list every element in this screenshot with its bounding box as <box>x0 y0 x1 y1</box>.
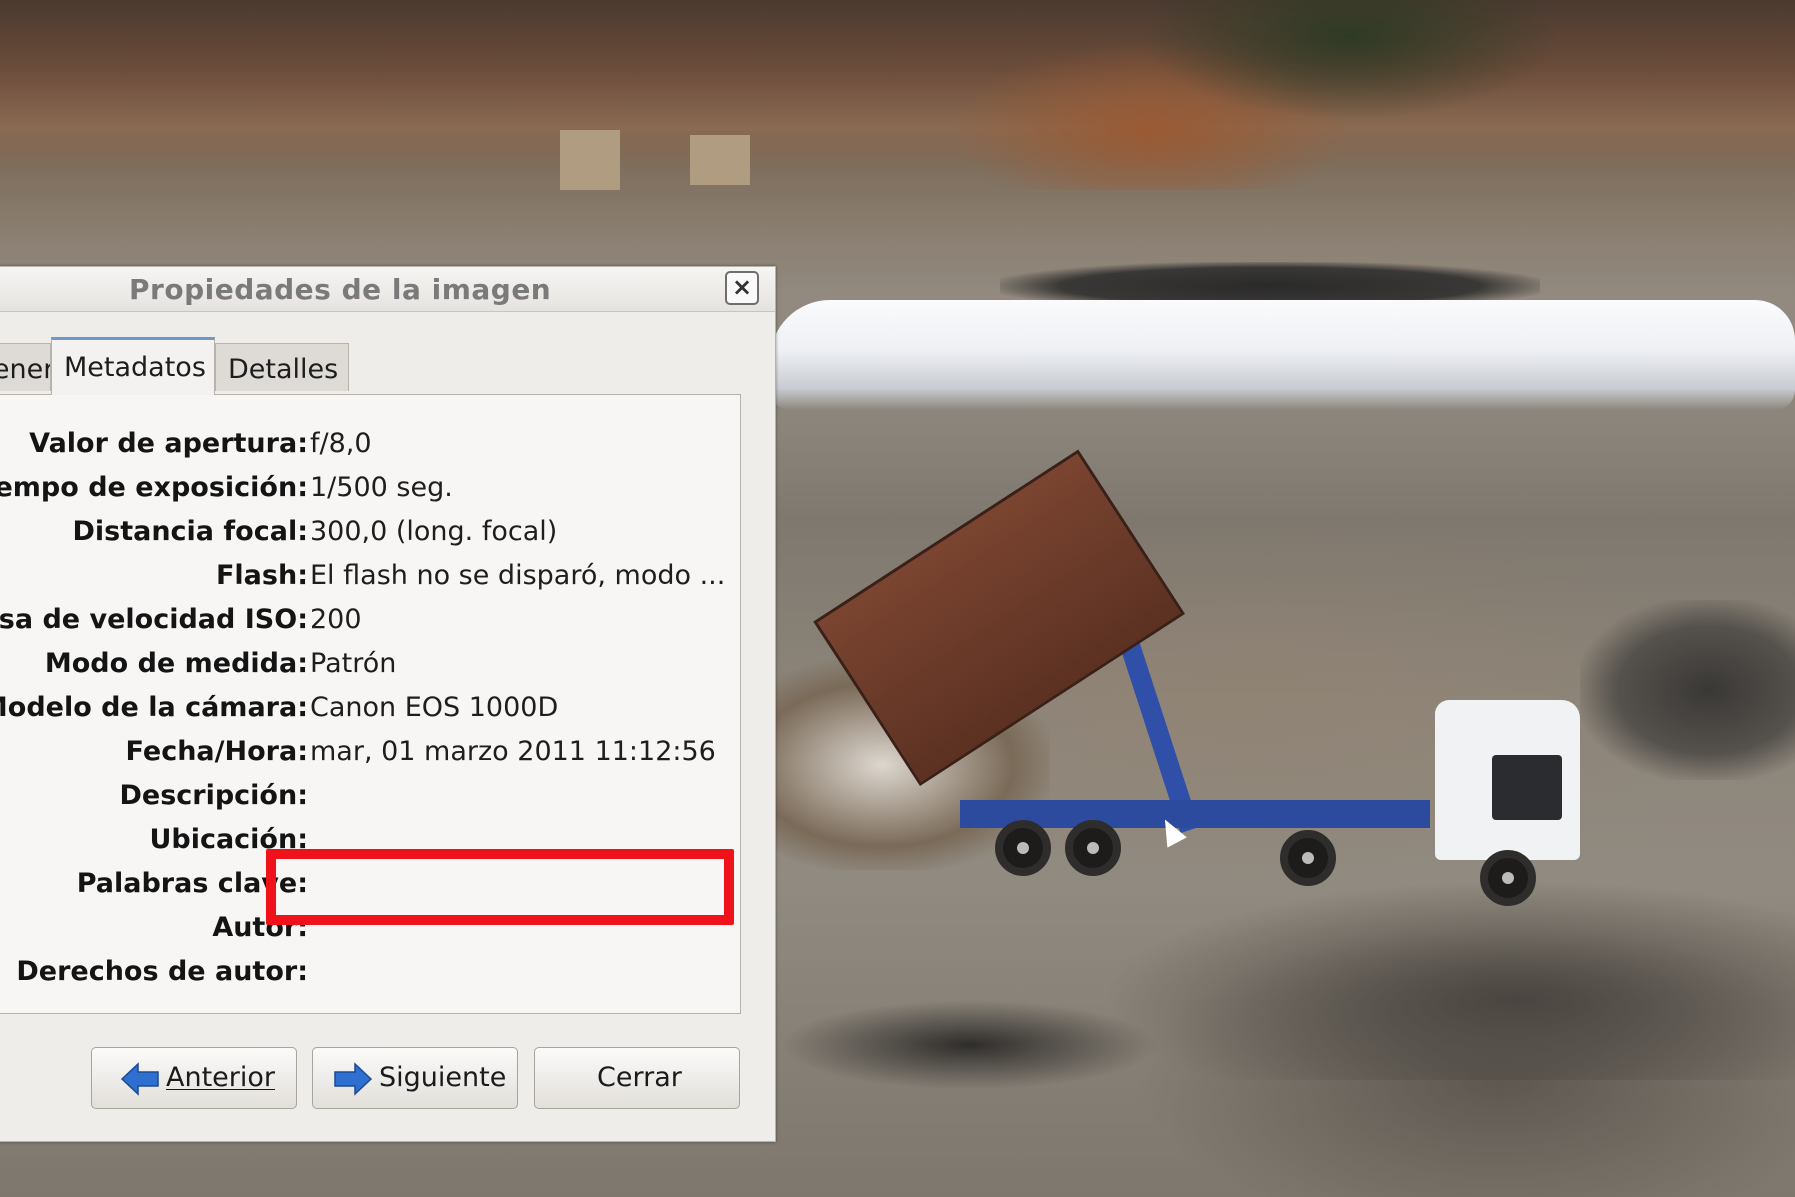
metadata-label: Distancia focal: <box>72 516 308 547</box>
tab-detalles[interactable]: Detalles <box>215 343 349 391</box>
truck-window <box>1492 755 1562 820</box>
white-mound <box>770 300 1795 410</box>
wheel <box>1280 830 1336 886</box>
tab-label: Metadatos <box>64 352 206 383</box>
dialog-title: Propiedades de la imagen <box>129 273 552 306</box>
wheel <box>995 820 1051 876</box>
metadata-label: Flash: <box>215 560 308 591</box>
metadata-value: 300,0 (long. focal) <box>310 516 558 547</box>
metadata-label: Fecha/Hora: <box>125 736 308 767</box>
date-highlight-box <box>266 849 734 925</box>
metadata-label: Derechos de autor: <box>16 956 308 987</box>
metadata-label: Descripción: <box>119 780 308 811</box>
metadata-value: f/8,0 <box>310 428 372 459</box>
wheel <box>1065 820 1121 876</box>
ruined-building <box>690 135 750 185</box>
metadata-label: Autor: <box>212 912 308 943</box>
tab-metadatos[interactable]: Metadatos <box>51 337 215 395</box>
metadata-value: Patrón <box>310 648 397 679</box>
tab-general[interactable]: General <box>0 343 51 391</box>
close-button[interactable]: Cerrar <box>534 1047 740 1109</box>
metadata-label: Valor de apertura: <box>29 428 308 459</box>
close-icon[interactable]: × <box>725 271 759 305</box>
arrow-right-icon <box>334 1062 373 1096</box>
dialog-titlebar[interactable]: Propiedades de la imagen × <box>0 267 775 312</box>
dump-truck <box>813 449 1600 920</box>
metadata-value: Canon EOS 1000D <box>310 692 559 723</box>
metadata-label: Tiempo de exposición: <box>0 472 308 503</box>
wheel <box>1480 850 1536 906</box>
next-button[interactable]: Siguiente <box>312 1047 518 1109</box>
close-button-label: Cerrar <box>597 1062 682 1093</box>
metadata-label: Tasa de velocidad ISO: <box>0 604 308 635</box>
tire-pile <box>1580 600 1795 780</box>
tab-label: Detalles <box>228 354 339 385</box>
metadata-value: El flash no se disparó, modo ... <box>310 560 726 591</box>
metadata-value: 200 <box>310 604 362 635</box>
metadata-label: Modelo de la cámara: <box>0 692 308 723</box>
arrow-left-icon <box>120 1062 159 1096</box>
previous-button[interactable]: Anterior <box>91 1047 297 1109</box>
metadata-label: Ubicación: <box>149 824 308 855</box>
metadata-value: 1/500 seg. <box>310 472 453 503</box>
tab-label: General <box>0 354 50 385</box>
hillside-trees <box>1140 0 1560 120</box>
next-button-label: Siguiente <box>379 1062 507 1093</box>
image-properties-dialog: Propiedades de la imagen × General Metad… <box>0 266 776 1142</box>
metadata-value: mar, 01 marzo 2011 11:12:56 <box>310 736 716 767</box>
ruined-building <box>560 130 620 190</box>
metadata-panel: Valor de apertura: f/8,0 Tiempo de expos… <box>0 394 741 1014</box>
metadata-label: Modo de medida: <box>44 648 308 679</box>
previous-button-label: Anterior <box>166 1062 276 1093</box>
metadata-label: Palabras clave: <box>76 868 308 899</box>
